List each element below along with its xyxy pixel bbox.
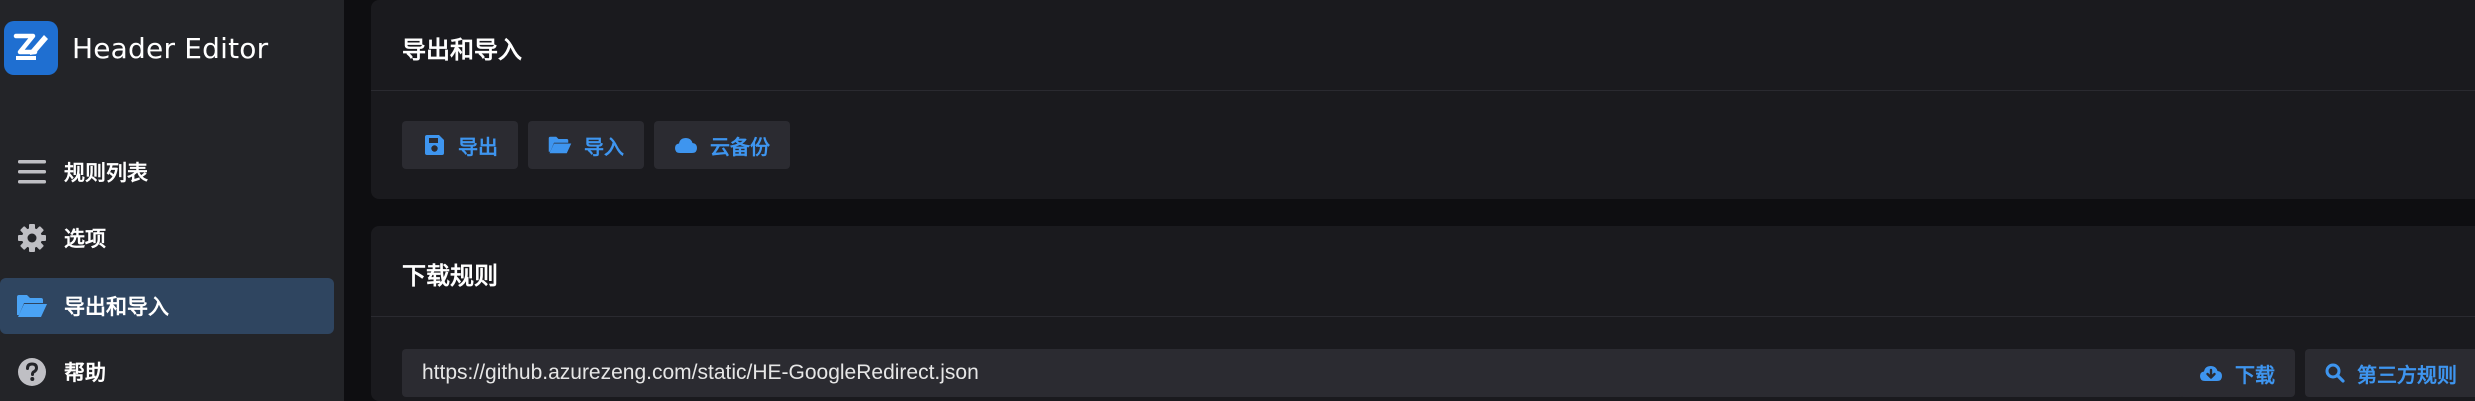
sidebar-item-label: 帮助	[64, 361, 106, 385]
brand: Header Editor	[4, 20, 268, 76]
sidebar-item-label: 选项	[64, 227, 106, 251]
list-icon	[16, 156, 48, 188]
cloud-icon	[674, 133, 698, 157]
app-root: Header Editor 规则列表 选项 导出和导入 帮助 导出和导入 导出 …	[0, 0, 2475, 401]
export-button[interactable]: 导出	[402, 121, 518, 169]
folder-open-icon	[16, 290, 48, 322]
search-icon	[2325, 361, 2345, 385]
sidebar-item-rule-list[interactable]: 规则列表	[0, 144, 334, 200]
sidebar: Header Editor 规则列表 选项 导出和导入 帮助	[0, 0, 344, 401]
export-import-card: 导出和导入 导出 导入 云备份	[371, 0, 2475, 199]
card-divider	[371, 316, 2475, 317]
third-party-rules-button-label: 第三方规则	[2357, 362, 2457, 387]
sidebar-item-label: 规则列表	[64, 161, 148, 185]
sidebar-item-label: 导出和导入	[64, 295, 169, 319]
download-rules-card: 下载规则 下载 第三方规则	[371, 226, 2475, 401]
download-button-label: 下载	[2235, 362, 2275, 387]
cloud-backup-button[interactable]: 云备份	[654, 121, 790, 169]
help-circle-icon	[16, 356, 48, 388]
header-editor-logo-icon	[4, 21, 58, 75]
folder-open-icon	[548, 133, 572, 157]
cloud-backup-button-label: 云备份	[710, 134, 770, 159]
import-button[interactable]: 导入	[528, 121, 644, 169]
export-button-label: 导出	[458, 134, 498, 159]
export-import-title: 导出和导入	[402, 36, 522, 64]
sidebar-item-options[interactable]: 选项	[0, 210, 334, 266]
sidebar-item-help[interactable]: 帮助	[0, 344, 334, 400]
rule-url-input[interactable]	[402, 349, 2196, 397]
card-divider	[371, 90, 2475, 91]
save-icon	[422, 133, 446, 157]
import-button-label: 导入	[584, 134, 624, 159]
third-party-rules-button[interactable]: 第三方规则	[2305, 349, 2475, 397]
app-title: Header Editor	[72, 31, 269, 65]
sidebar-item-export-import[interactable]: 导出和导入	[0, 278, 334, 334]
cloud-download-icon	[2199, 361, 2223, 385]
download-button[interactable]: 下载	[2179, 349, 2295, 397]
gear-icon	[16, 222, 48, 254]
download-rules-title: 下载规则	[402, 262, 498, 290]
